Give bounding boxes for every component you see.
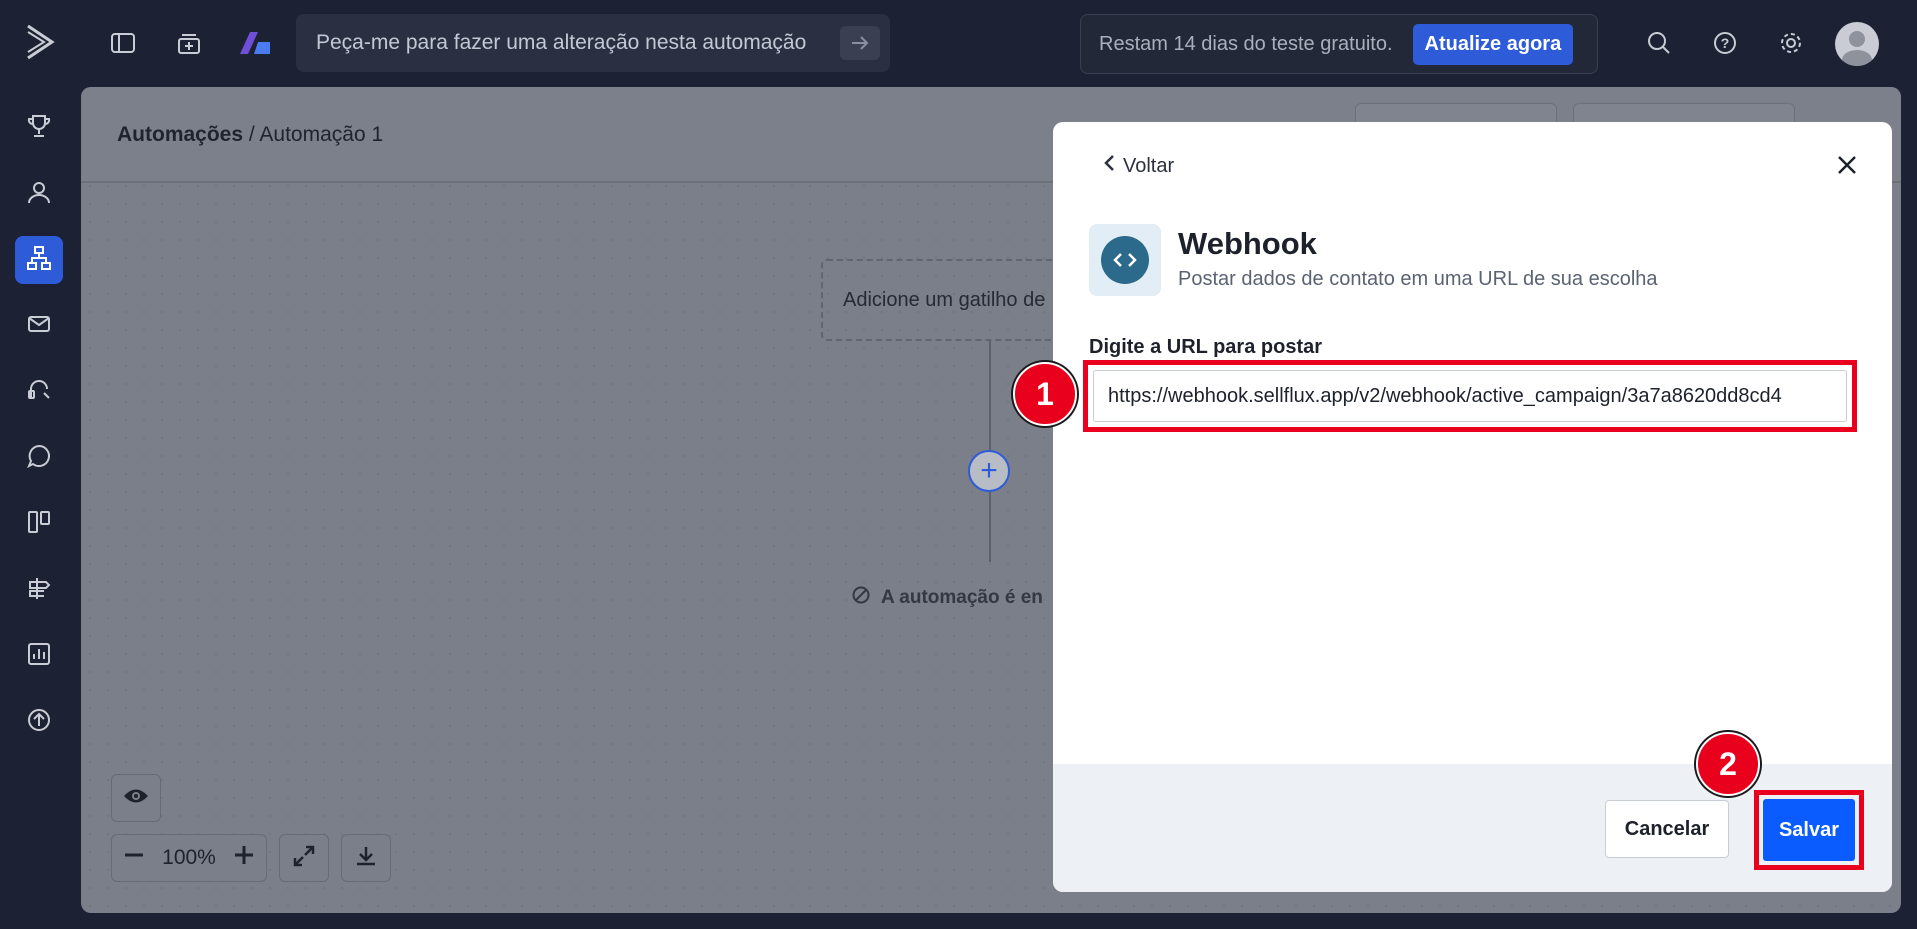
trial-banner: Restam 14 dias do teste gratuito. Atuali…: [1080, 14, 1598, 74]
save-button[interactable]: Salvar: [1763, 799, 1855, 861]
sidebar-toggle-icon[interactable]: [108, 28, 138, 58]
flow-connector: [989, 341, 991, 450]
ai-prompt-input[interactable]: Peça-me para fazer uma alteração nesta a…: [296, 14, 890, 72]
zoom-controls: 100%: [111, 834, 267, 882]
upgrade-icon: [26, 707, 52, 738]
trophy-icon: [26, 113, 52, 144]
ai-prompt-placeholder: Peça-me para fazer uma alteração nesta a…: [316, 31, 807, 54]
close-icon: [1837, 155, 1857, 180]
sidebar-item-conversations[interactable]: [15, 368, 63, 416]
zoom-out-icon[interactable]: [122, 843, 146, 873]
automation-end-text: A automação é en: [881, 587, 1043, 608]
avatar[interactable]: [1835, 22, 1879, 66]
save-highlight-frame: Salvar: [1754, 790, 1864, 870]
step-marker-1: 1: [1013, 362, 1077, 426]
add-item-icon[interactable]: [174, 28, 204, 58]
webhook-url-input[interactable]: [1093, 370, 1847, 422]
webhook-modal: Voltar Webhook Postar dados de contato e…: [1053, 122, 1892, 892]
back-link[interactable]: Voltar: [1103, 154, 1174, 178]
flow-connector-end: [989, 492, 991, 562]
ai-assistant-icon[interactable]: [236, 28, 274, 58]
sidebar-item-automations[interactable]: [15, 236, 63, 284]
url-field-label: Digite a URL para postar: [1089, 336, 1323, 358]
zoom-in-icon[interactable]: [232, 843, 256, 873]
fit-to-screen-button[interactable]: [279, 834, 329, 882]
ban-icon: [851, 585, 871, 611]
sidebar-item-site[interactable]: [15, 566, 63, 614]
whatsapp-icon: [26, 443, 52, 474]
breadcrumb-automations-link[interactable]: Automações: [117, 123, 243, 146]
url-highlight-frame: [1083, 360, 1857, 432]
add-step-button[interactable]: +: [968, 450, 1010, 492]
sidebar-item-reports[interactable]: [15, 632, 63, 680]
step-marker-2: 2: [1696, 732, 1760, 796]
back-label: Voltar: [1123, 154, 1175, 177]
add-trigger-text: Adicione um gatilho de: [843, 288, 1046, 311]
pipeline-icon: [26, 509, 52, 540]
modal-title: Webhook: [1178, 226, 1317, 261]
upgrade-button[interactable]: Atualize agora: [1412, 23, 1574, 65]
signpost-icon: [26, 575, 52, 606]
close-button[interactable]: [1832, 152, 1862, 182]
zoom-level: 100%: [162, 846, 216, 869]
app-logo-icon[interactable]: [24, 22, 58, 62]
chat-icon: [26, 377, 52, 408]
breadcrumb-separator: /: [243, 123, 260, 146]
sidebar-item-trophy[interactable]: [15, 104, 63, 152]
cancel-button[interactable]: Cancelar: [1605, 800, 1729, 858]
breadcrumb-current: Automação 1: [259, 123, 384, 146]
expand-icon: [292, 844, 316, 873]
modal-subtitle: Postar dados de contato em uma URL de su…: [1178, 268, 1658, 290]
sidebar-item-campaigns[interactable]: [15, 302, 63, 350]
contacts-icon: [26, 179, 52, 210]
trial-text: Restam 14 dias do teste gratuito.: [1099, 32, 1393, 55]
webhook-code-icon: [1101, 236, 1149, 284]
settings-gear-icon[interactable]: [1776, 28, 1806, 58]
send-arrow-icon[interactable]: [840, 26, 880, 60]
chevron-left-icon: [1103, 154, 1115, 178]
sidebar-item-whatsapp[interactable]: [15, 434, 63, 482]
preview-button[interactable]: [111, 774, 161, 822]
top-bar: Peça-me para fazer uma alteração nesta a…: [0, 0, 1917, 86]
breadcrumb: Automações / Automação 1: [117, 123, 383, 147]
mail-icon: [26, 311, 52, 342]
eye-icon: [123, 787, 149, 810]
help-icon[interactable]: ?: [1710, 28, 1740, 58]
webhook-icon-tile: [1089, 224, 1161, 296]
svg-text:?: ?: [1721, 35, 1730, 51]
search-icon[interactable]: [1644, 28, 1674, 58]
sidebar-item-pipelines[interactable]: [15, 500, 63, 548]
sidebar: [0, 86, 80, 929]
automations-icon: [26, 245, 52, 276]
download-icon: [354, 844, 378, 873]
automation-end-note: A automação é en: [851, 585, 1043, 611]
reports-icon: [26, 641, 52, 672]
sidebar-item-contacts[interactable]: [15, 170, 63, 218]
sidebar-item-upgrade[interactable]: [15, 698, 63, 746]
download-button[interactable]: [341, 834, 391, 882]
